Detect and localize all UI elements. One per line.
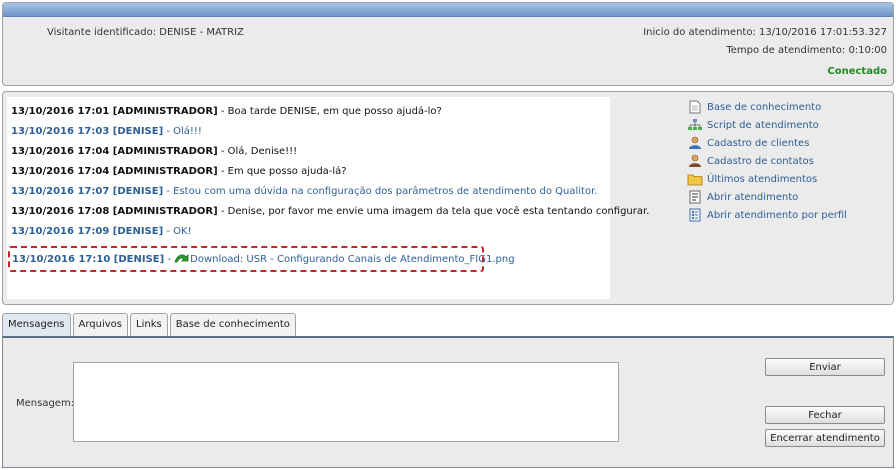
link-label: Cadastro de clientes bbox=[707, 137, 810, 149]
message-text: - Olá!!! bbox=[163, 126, 202, 137]
chat-log[interactable]: 13/10/2016 17:01 [ADMINISTRADOR] - Boa t… bbox=[7, 97, 649, 299]
start-time: Inicio do atendimento: 13/10/2016 17:01:… bbox=[643, 27, 887, 38]
message-header: 13/10/2016 17:08 [ADMINISTRADOR] bbox=[11, 206, 218, 217]
tab-bar: Mensagens Arquivos Links Base de conheci… bbox=[2, 313, 298, 337]
connection-status: Conectado bbox=[827, 66, 887, 77]
send-button[interactable]: Enviar bbox=[765, 358, 885, 376]
link-label: Cadastro de contatos bbox=[707, 155, 814, 167]
chat-panel: 13/10/2016 17:01 [ADMINISTRADOR] - Boa t… bbox=[2, 91, 894, 305]
close-button[interactable]: Fechar bbox=[765, 406, 885, 424]
end-session-button[interactable]: Encerrar atendimento bbox=[765, 429, 885, 447]
header-panel: Visitante identificado: DENISE - MATRIZ … bbox=[2, 2, 894, 86]
message-text: - OK! bbox=[163, 226, 192, 237]
chat-message: 13/10/2016 17:07 [DENISE] - Estou com um… bbox=[11, 185, 610, 205]
form-list-icon bbox=[687, 207, 703, 223]
contact-icon bbox=[687, 153, 703, 169]
link-cadastro-de-contatos[interactable]: Cadastro de contatos bbox=[687, 152, 847, 170]
chat-message: 13/10/2016 17:04 [ADMINISTRADOR] - Em qu… bbox=[11, 165, 610, 185]
message-header: 13/10/2016 17:09 [DENISE] bbox=[11, 226, 164, 237]
link-label: Últimos atendimentos bbox=[707, 173, 818, 185]
link-label: Abrir atendimento por perfil bbox=[707, 209, 847, 221]
side-links: Base de conhecimento Script de atendimen… bbox=[687, 98, 847, 224]
chat-message: 13/10/2016 17:03 [DENISE] - Olá!!! bbox=[11, 125, 610, 145]
message-label: Mensagem: bbox=[16, 398, 75, 409]
link-abrir-atendimento[interactable]: Abrir atendimento bbox=[687, 188, 847, 206]
tab-arquivos[interactable]: Arquivos bbox=[72, 313, 129, 336]
user-icon bbox=[687, 135, 703, 151]
message-header: 13/10/2016 17:10 [DENISE] bbox=[12, 254, 165, 265]
message-text: - Denise, por favor me envie uma imagem … bbox=[217, 206, 650, 217]
attachment-message: 13/10/2016 17:10 [DENISE] - Download: US… bbox=[8, 246, 515, 272]
message-header: 13/10/2016 17:04 [ADMINISTRADOR] bbox=[11, 166, 218, 177]
message-panel: Mensagem: Enviar Fechar Encerrar atendim… bbox=[2, 336, 894, 468]
form-icon bbox=[687, 189, 703, 205]
download-link[interactable]: Download: USR - Configurando Canais de A… bbox=[190, 254, 514, 265]
message-text: - Em que posso ajuda-lá? bbox=[217, 166, 347, 177]
link-abrir-atendimento-por-perfil[interactable]: Abrir atendimento por perfil bbox=[687, 206, 847, 224]
header-title-bar bbox=[3, 3, 893, 17]
message-header: 13/10/2016 17:04 [ADMINISTRADOR] bbox=[11, 146, 218, 157]
chat-message: 13/10/2016 17:08 [ADMINISTRADOR] - Denis… bbox=[11, 205, 649, 225]
flowchart-icon bbox=[687, 117, 703, 133]
folder-icon bbox=[687, 171, 703, 187]
message-text: - Boa tarde DENISE, em que posso ajudá-l… bbox=[217, 106, 442, 117]
link-cadastro-de-clientes[interactable]: Cadastro de clientes bbox=[687, 134, 847, 152]
tab-mensagens[interactable]: Mensagens bbox=[2, 313, 71, 337]
message-text: - Olá, Denise!!! bbox=[217, 146, 298, 157]
link-script-de-atendimento[interactable]: Script de atendimento bbox=[687, 116, 847, 134]
message-separator: - bbox=[164, 254, 175, 265]
download-arrow-icon[interactable] bbox=[174, 252, 190, 264]
link-base-de-conhecimento[interactable]: Base de conhecimento bbox=[687, 98, 847, 116]
link-label: Script de atendimento bbox=[707, 119, 819, 131]
message-text: - Estou com uma dúvida na configuração d… bbox=[163, 186, 598, 197]
message-header: 13/10/2016 17:03 [DENISE] bbox=[11, 126, 164, 137]
chat-message: 13/10/2016 17:04 [ADMINISTRADOR] - Olá, … bbox=[11, 145, 610, 165]
tab-base-de-conhecimento[interactable]: Base de conhecimento bbox=[169, 313, 296, 336]
tab-links[interactable]: Links bbox=[130, 313, 168, 336]
message-header: 13/10/2016 17:01 [ADMINISTRADOR] bbox=[11, 106, 218, 117]
visitor-info: Visitante identificado: DENISE - MATRIZ bbox=[47, 27, 244, 38]
chat-message: 13/10/2016 17:01 [ADMINISTRADOR] - Boa t… bbox=[11, 105, 610, 125]
document-icon bbox=[687, 99, 703, 115]
session-duration: Tempo de atendimento: 0:10:00 bbox=[726, 45, 887, 56]
message-header: 13/10/2016 17:07 [DENISE] bbox=[11, 186, 164, 197]
link-label: Base de conhecimento bbox=[707, 101, 822, 113]
message-input[interactable] bbox=[73, 362, 619, 442]
link-ultimos-atendimentos[interactable]: Últimos atendimentos bbox=[687, 170, 847, 188]
chat-message: 13/10/2016 17:09 [DENISE] - OK! bbox=[11, 225, 610, 245]
link-label: Abrir atendimento bbox=[707, 191, 799, 203]
